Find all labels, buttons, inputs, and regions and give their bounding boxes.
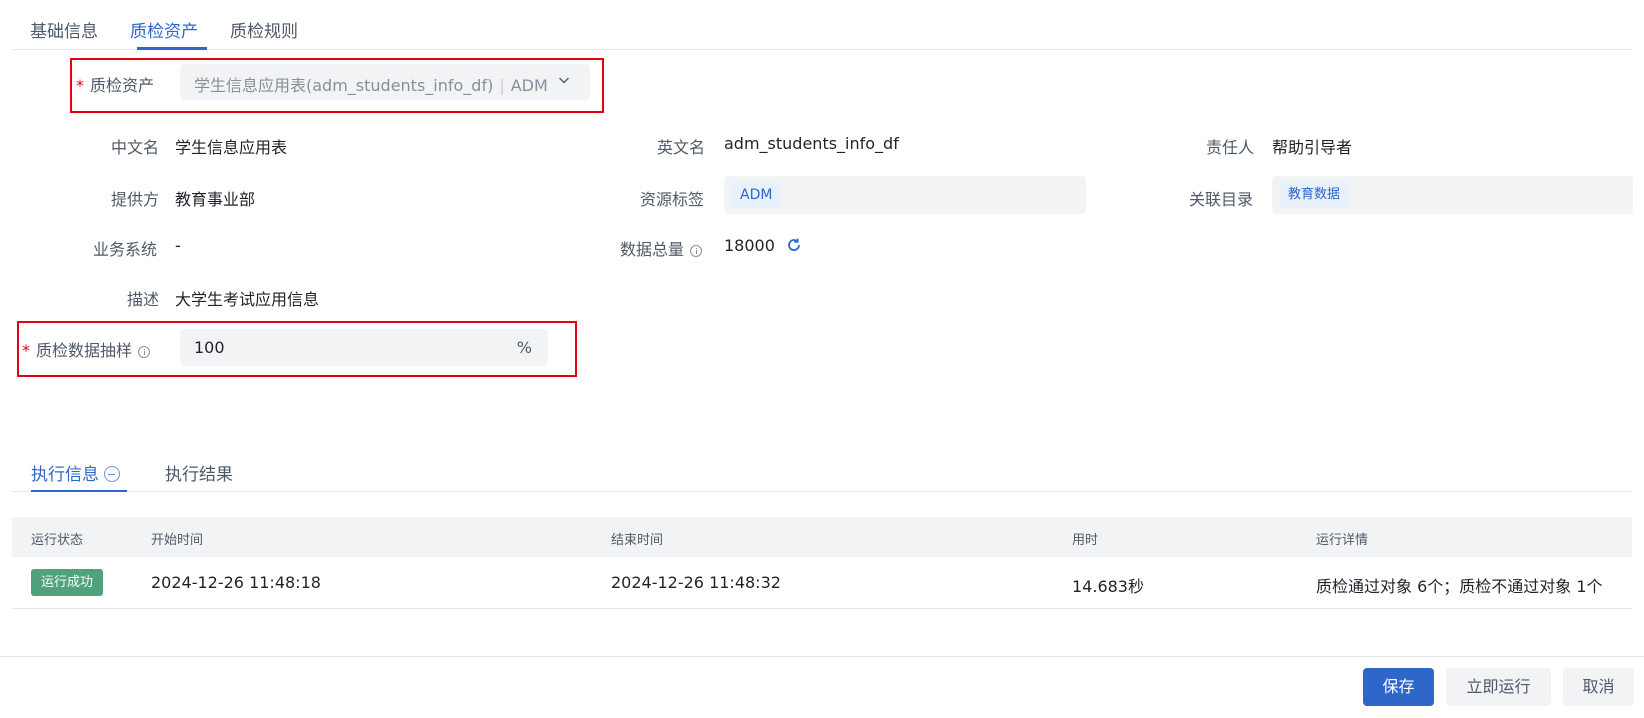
cancel-button[interactable]: 取消 [1563,668,1634,706]
provider-value: 教育事业部 [175,190,256,209]
tab-exec-info-label: 执行信息 [31,465,99,485]
resource-tag-field[interactable]: ADM [724,176,1086,214]
duration-cell: 14.683秒 [1072,577,1144,596]
sampling-unit: % [516,338,532,357]
asset-select-value: 学生信息应用表(adm_students_info_df) | ADM [194,72,548,96]
resource-tag-chip: ADM [732,182,781,208]
total-label-text: 数据总量 [620,240,685,259]
cn-name-value: 学生信息应用表 [175,138,288,157]
asset-select-text: 学生信息应用表(adm_students_info_df) [194,76,494,95]
collapse-icon[interactable] [104,466,120,482]
sampling-value: 100 [194,338,225,357]
table-row: 运行成功 2024-12-26 11:48:18 2024-12-26 11:4… [12,557,1632,609]
chevron-down-icon [559,77,569,84]
required-mark: * [22,341,30,360]
catalog-field[interactable]: 教育数据 [1272,176,1633,214]
sampling-label-text: 质检数据抽样 [36,341,133,360]
tab-exec-info[interactable]: 执行信息 [31,460,120,485]
catalog-chip: 教育数据 [1280,182,1349,208]
top-tab-bar: 基础信息 质检资产 质检规则 [12,0,1632,50]
status-badge: 运行成功 [31,569,104,596]
asset-label: * 质检资产 [76,72,154,96]
active-tab-indicator [31,490,127,492]
en-name-value: adm_students_info_df [724,134,899,153]
tab-quality-rules[interactable]: 质检规则 [230,17,298,42]
asset-label-text: 质检资产 [90,76,155,95]
tab-quality-asset[interactable]: 质检资产 [130,17,198,42]
sampling-input[interactable]: 100 % [180,329,548,366]
end-time-cell: 2024-12-26 11:48:32 [611,573,781,592]
col-detail: 运行详情 [1316,533,1369,548]
refresh-icon[interactable] [786,237,802,253]
catalog-label: 关联目录 [1189,190,1254,209]
info-icon [690,244,703,257]
footer-divider [0,656,1644,657]
total-value: 18000 [724,236,775,255]
tab-basic-info[interactable]: 基础信息 [30,17,98,42]
resource-tag-label: 资源标签 [640,190,705,209]
detail-cell: 质检通过对象 6个；质检不通过对象 1个 [1316,577,1603,596]
active-tab-indicator [137,47,207,50]
col-end-time: 结束时间 [611,533,664,548]
save-button[interactable]: 保存 [1363,668,1434,706]
biz-system-value: - [175,236,181,255]
cn-name-label: 中文名 [111,138,160,157]
col-duration: 用时 [1072,533,1099,548]
col-start-time: 开始时间 [151,533,204,548]
total-label: 数据总量 [620,236,703,260]
start-time-cell: 2024-12-26 11:48:18 [151,573,321,592]
col-status: 运行状态 [31,533,84,548]
asset-select-tag: ADM [510,76,548,95]
biz-system-label: 业务系统 [93,240,158,259]
tab-exec-result[interactable]: 执行结果 [165,460,233,485]
asset-select[interactable]: 学生信息应用表(adm_students_info_df) | ADM [180,64,590,100]
owner-value: 帮助引导者 [1272,138,1353,157]
exec-tab-bar: 执行信息 执行结果 [12,450,1632,492]
info-icon [138,345,151,358]
description-value: 大学生考试应用信息 [175,290,320,309]
provider-label: 提供方 [111,190,160,209]
required-mark: * [76,76,84,95]
table-header: 运行状态 开始时间 结束时间 用时 运行详情 [12,517,1632,557]
sampling-label: * 质检数据抽样 [22,337,151,361]
description-label: 描述 [127,290,160,309]
select-separator: | [499,76,505,95]
run-now-button[interactable]: 立即运行 [1446,668,1551,706]
en-name-label: 英文名 [657,138,706,157]
owner-label: 责任人 [1206,138,1255,157]
